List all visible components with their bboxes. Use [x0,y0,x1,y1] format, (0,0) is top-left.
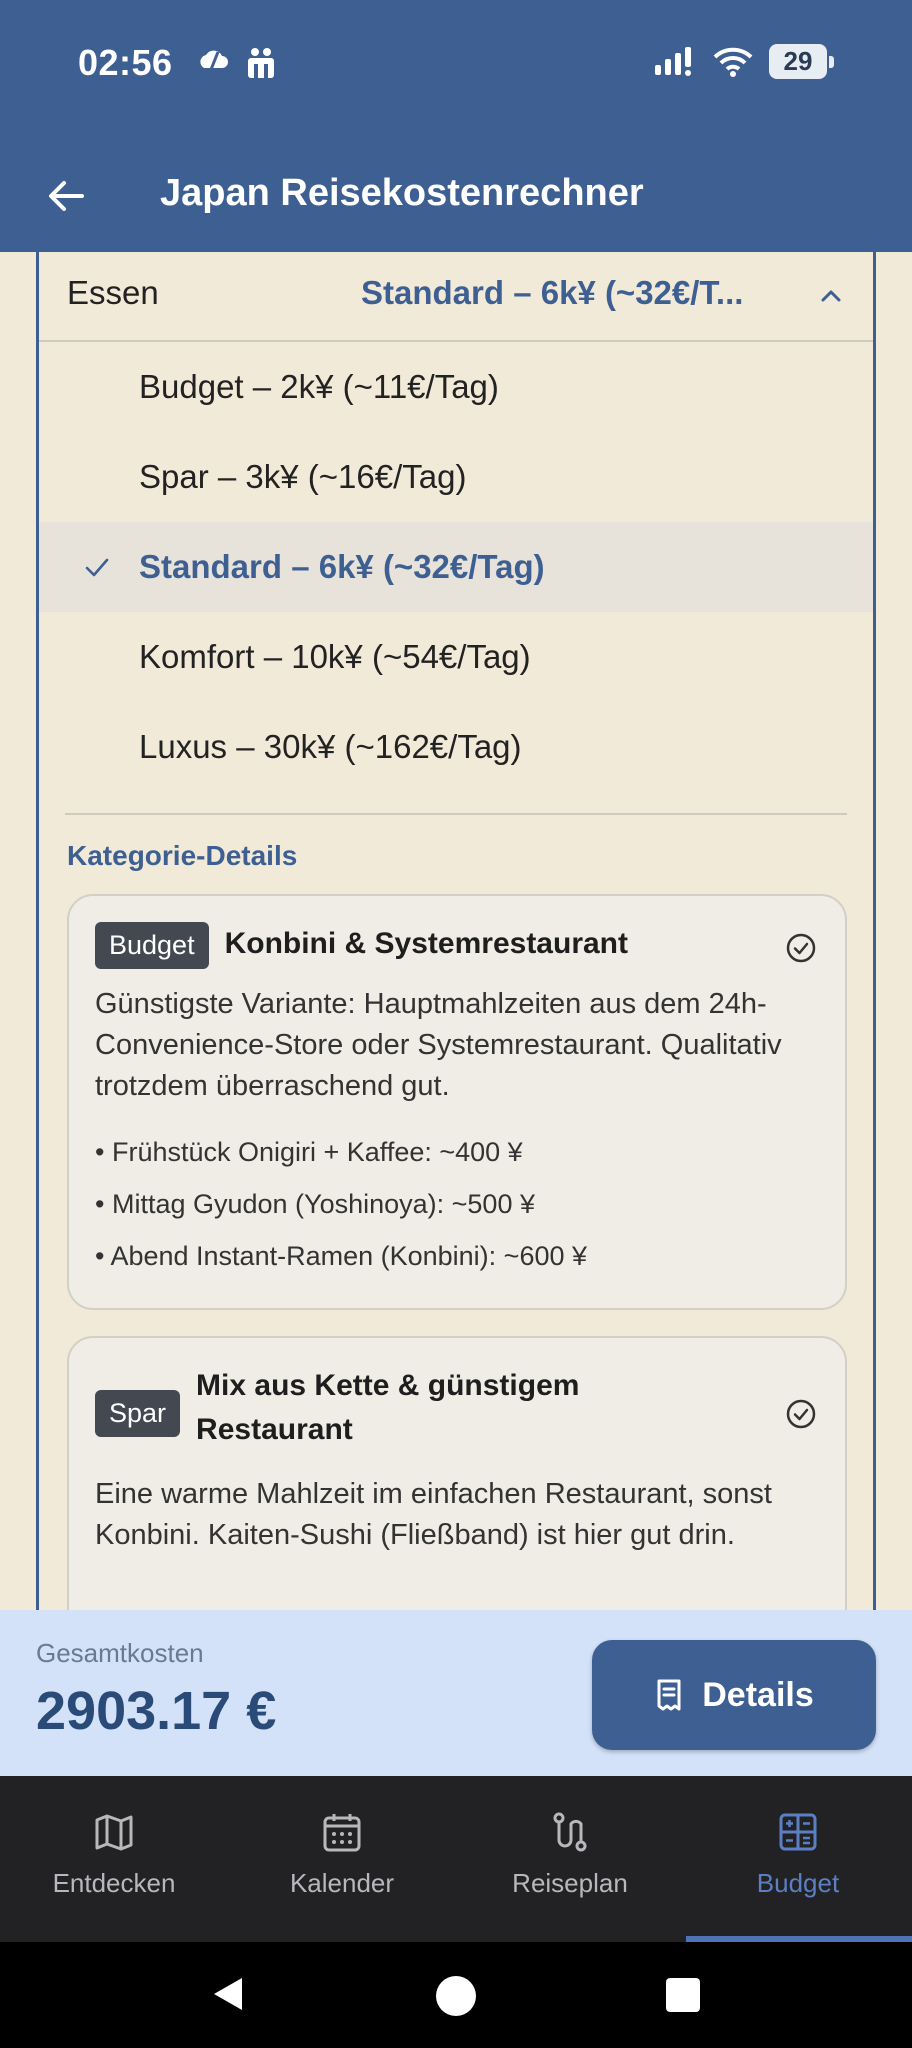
option-standard[interactable]: Standard – 6k¥ (~32€/Tag) [39,522,873,612]
category-badge: Budget [95,922,209,969]
list-item: • Frühstück Onigiri + Kaffee: ~400 ¥ [95,1137,523,1167]
chevron-up-icon [821,290,841,302]
battery-indicator: 29 [769,44,834,79]
option-label: Luxus – 30k¥ (~162€/Tag) [139,728,522,765]
card-description: Eine warme Mahlzeit im einfachen Restaur… [95,1478,772,1551]
status-time: 02:56 [78,42,173,83]
page-title: Japan Reisekostenrechner [160,172,644,214]
status-system-icons: 29 [653,44,834,79]
app-bar: Japan Reisekostenrechner [0,140,912,252]
system-recents-icon[interactable] [666,1978,700,2012]
signal-icon [655,46,691,76]
delivery-app-icon [248,48,274,78]
system-home-icon[interactable] [436,1976,476,2016]
calendar-icon [323,1814,361,1852]
details-label: Details [702,1675,814,1714]
battery-tip [829,55,834,68]
option-label: Spar – 3k¥ (~16€/Tag) [139,458,467,495]
category-card-spar[interactable]: Spar Mix aus Kette & günstigem Restauran… [67,1336,847,1610]
system-back-icon[interactable] [210,1974,246,2014]
option-label: Standard – 6k¥ (~32€/Tag) [139,548,545,585]
card-description: Günstigste Variante: Hauptmahlzeiten aus… [95,988,782,1102]
option-komfort[interactable]: Komfort – 10k¥ (~54€/Tag) [39,612,873,702]
route-icon [553,1812,587,1852]
back-button[interactable] [40,170,92,222]
category-card-budget[interactable]: Budget Konbini & Systemrestaurant Günsti… [67,894,847,1310]
check-icon [85,558,109,577]
select-value: Standard – 6k¥ (~32€/T... [361,274,744,311]
section-title: Kategorie-Details [67,840,298,871]
card-title: Konbini & Systemrestaurant [224,927,628,960]
nav-label: Entdecken [52,1868,176,1898]
nav-label: Reiseplan [512,1868,628,1898]
status-bar: 02:56 29 [0,0,912,140]
total-cost-bar: Gesamtkosten 2903.17 € Details [0,1610,912,1776]
map-icon [95,1814,133,1851]
bottom-navigation: Entdecken Kalender Reiseplan Budget [0,1776,912,1942]
status-notification-icons [196,46,278,80]
card-title: Mix aus Kette & günstigem Restaurant [196,1369,580,1446]
battery-level: 29 [769,44,827,79]
nav-item-kalender[interactable]: Kalender [228,1776,456,1942]
total-label: Gesamtkosten [36,1638,204,1668]
list-item: • Abend Instant-Ramen (Konbini): ~600 ¥ [95,1241,588,1271]
total-value: 2903.17 € [36,1681,277,1741]
option-luxus[interactable]: Luxus – 30k¥ (~162€/Tag) [39,702,873,792]
option-label: Komfort – 10k¥ (~54€/Tag) [139,638,531,675]
calculator-icon [779,1813,817,1851]
category-badge: Spar [95,1390,181,1437]
food-selector-panel: Essen Standard – 6k¥ (~32€/T... Budget –… [36,252,876,1610]
details-button[interactable]: Details [592,1640,876,1750]
check-circle-icon [786,933,816,963]
wifi-icon [713,47,753,77]
check-circle-icon [786,1399,816,1429]
content-area: Essen Standard – 6k¥ (~32€/T... Budget –… [0,252,912,1610]
arrow-left-icon [49,181,84,211]
system-navigation [0,1942,912,2048]
nav-label: Budget [756,1868,840,1898]
select-label: Essen [67,274,159,311]
option-label: Budget – 2k¥ (~11€/Tag) [139,368,499,405]
weather-icon [200,50,228,73]
list-item: • Mittag Gyudon (Yoshinoya): ~500 ¥ [95,1189,535,1219]
card-header: Budget Konbini & Systemrestaurant [95,922,765,969]
card-item-list: • Frühstück Onigiri + Kaffee: ~400 ¥ • M… [95,1126,825,1282]
food-level-select[interactable]: Essen Standard – 6k¥ (~32€/T... [39,252,873,342]
receipt-icon [657,1679,681,1711]
divider [65,813,847,815]
option-budget[interactable]: Budget – 2k¥ (~11€/Tag) [39,342,873,432]
nav-item-reiseplan[interactable]: Reiseplan [456,1776,684,1942]
card-header: Spar Mix aus Kette & günstigem Restauran… [95,1364,736,1452]
nav-label: Kalender [289,1868,395,1898]
nav-item-budget[interactable]: Budget [684,1776,912,1942]
nav-item-entdecken[interactable]: Entdecken [0,1776,228,1942]
option-spar[interactable]: Spar – 3k¥ (~16€/Tag) [39,432,873,522]
